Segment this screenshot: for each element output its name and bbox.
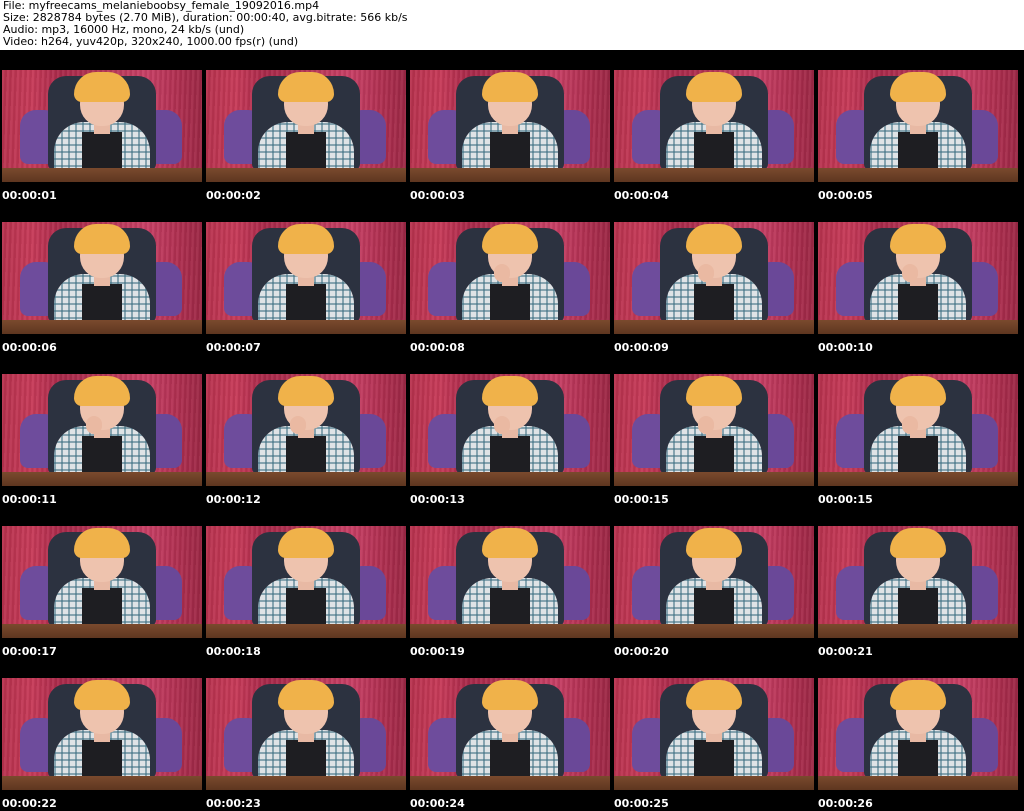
thumbnail-tile[interactable]: 00:00:05: [816, 50, 1020, 202]
frame-timestamp: 00:00:17: [2, 645, 57, 658]
thumbnail-tile[interactable]: 00:00:10: [816, 202, 1020, 354]
frame-timestamp: 00:00:23: [206, 797, 261, 810]
video-frame-image: [614, 222, 814, 334]
frame-timestamp: 00:00:26: [818, 797, 873, 810]
thumbnail-tile[interactable]: 00:00:01: [0, 50, 204, 202]
video-frame-image: [206, 222, 406, 334]
thumbnail-tile[interactable]: 00:00:21: [816, 506, 1020, 658]
frame-timestamp: 00:00:03: [410, 189, 465, 202]
frame-timestamp: 00:00:06: [2, 341, 57, 354]
video-frame-image: [2, 222, 202, 334]
video-frame-image: [614, 70, 814, 182]
thumbnail-tile[interactable]: 00:00:19: [408, 506, 612, 658]
thumbnail-tile[interactable]: 00:00:12: [204, 354, 408, 506]
thumbnail-tile[interactable]: 00:00:13: [408, 354, 612, 506]
video-frame-image: [206, 678, 406, 790]
video-frame-image: [818, 222, 1018, 334]
frame-timestamp: 00:00:02: [206, 189, 261, 202]
frame-timestamp: 00:00:04: [614, 189, 669, 202]
video-frame-image: [410, 526, 610, 638]
thumbnail-tile[interactable]: 00:00:08: [408, 202, 612, 354]
video-frame-image: [206, 70, 406, 182]
thumbnail-tile[interactable]: 00:00:22: [0, 658, 204, 810]
thumbnail-tile[interactable]: 00:00:06: [0, 202, 204, 354]
thumbnail-tile[interactable]: 00:00:18: [204, 506, 408, 658]
thumbnail-tile[interactable]: 00:00:25: [612, 658, 816, 810]
frame-timestamp: 00:00:12: [206, 493, 261, 506]
video-frame-image: [818, 678, 1018, 790]
thumbnail-tile[interactable]: 00:00:04: [612, 50, 816, 202]
video-frame-image: [206, 374, 406, 486]
thumbnail-tile[interactable]: 00:00:24: [408, 658, 612, 810]
video-frame-image: [410, 374, 610, 486]
frame-timestamp: 00:00:15: [818, 493, 873, 506]
thumbnail-tile[interactable]: 00:00:23: [204, 658, 408, 810]
video-frame-image: [2, 70, 202, 182]
thumbnail-tile[interactable]: 00:00:15: [612, 354, 816, 506]
frame-timestamp: 00:00:08: [410, 341, 465, 354]
info-header: File: myfreecams_melanieboobsy_female_19…: [3, 0, 1021, 50]
video-frame-image: [614, 374, 814, 486]
frame-timestamp: 00:00:21: [818, 645, 873, 658]
video-frame-image: [614, 526, 814, 638]
thumbnail-tile[interactable]: 00:00:09: [612, 202, 816, 354]
video-frame-image: [818, 374, 1018, 486]
video-info-line: Video: h264, yuv420p, 320x240, 1000.00 f…: [3, 35, 299, 48]
video-frame-image: [2, 678, 202, 790]
thumbnail-tile[interactable]: 00:00:26: [816, 658, 1020, 810]
thumbnail-grid: 00:00:01 00:00:02 00:00:03 00:00:04 00:00:05…: [0, 50, 1024, 811]
video-frame-image: [2, 526, 202, 638]
video-frame-image: [818, 70, 1018, 182]
thumbnail-tile[interactable]: 00:00:07: [204, 202, 408, 354]
video-frame-image: [614, 678, 814, 790]
video-frame-image: [410, 678, 610, 790]
thumbnail-tile[interactable]: 00:00:15: [816, 354, 1020, 506]
video-frame-image: [2, 374, 202, 486]
frame-timestamp: 00:00:10: [818, 341, 873, 354]
video-frame-image: [818, 526, 1018, 638]
frame-timestamp: 00:00:07: [206, 341, 261, 354]
frame-timestamp: 00:00:15: [614, 493, 669, 506]
frame-timestamp: 00:00:20: [614, 645, 669, 658]
thumbnail-tile[interactable]: 00:00:02: [204, 50, 408, 202]
frame-timestamp: 00:00:09: [614, 341, 669, 354]
thumbnail-tile[interactable]: 00:00:11: [0, 354, 204, 506]
thumbnail-tile[interactable]: 00:00:03: [408, 50, 612, 202]
frame-timestamp: 00:00:18: [206, 645, 261, 658]
frame-timestamp: 00:00:11: [2, 493, 57, 506]
video-frame-image: [410, 70, 610, 182]
video-frame-image: [410, 222, 610, 334]
frame-timestamp: 00:00:01: [2, 189, 57, 202]
frame-timestamp: 00:00:19: [410, 645, 465, 658]
frame-timestamp: 00:00:13: [410, 493, 465, 506]
frame-timestamp: 00:00:22: [2, 797, 57, 810]
video-frame-image: [206, 526, 406, 638]
frame-timestamp: 00:00:24: [410, 797, 465, 810]
frame-timestamp: 00:00:25: [614, 797, 669, 810]
thumbnail-tile[interactable]: 00:00:17: [0, 506, 204, 658]
frame-timestamp: 00:00:05: [818, 189, 873, 202]
thumbnail-tile[interactable]: 00:00:20: [612, 506, 816, 658]
